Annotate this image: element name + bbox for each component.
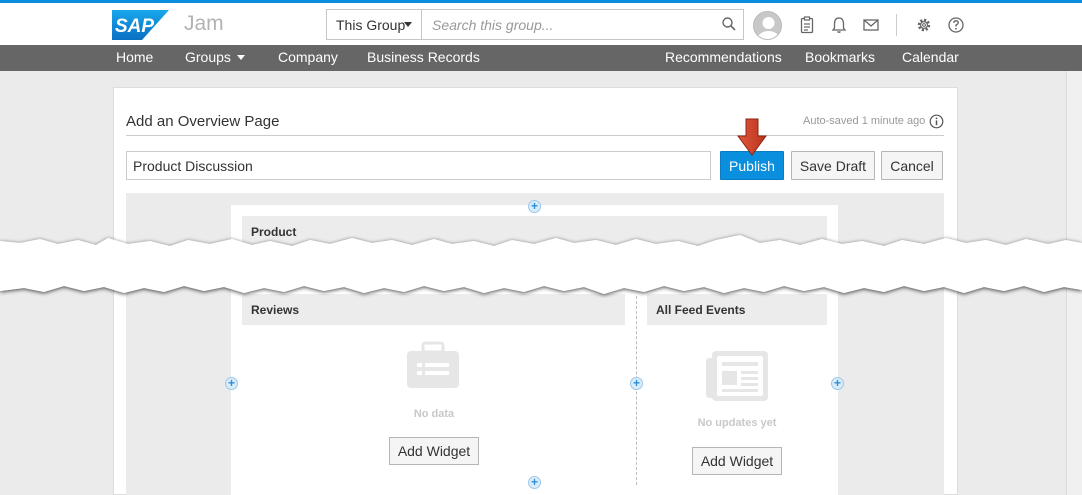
heading-divider [126,135,944,136]
chevron-down-icon [404,22,412,27]
widget-header-reviews[interactable]: Reviews [242,294,625,325]
cancel-button[interactable]: Cancel [881,151,943,180]
nav-company-label: Company [278,49,338,65]
newspaper-icon [706,351,768,401]
logo-text: SAP [115,16,154,37]
mail-icon[interactable] [862,16,880,34]
bell-icon[interactable] [830,16,848,34]
nav-groups[interactable]: Groups [185,49,245,65]
add-column-right-icon[interactable]: + [831,377,844,390]
column-divider [636,296,637,485]
briefcase-icon [407,341,459,388]
info-icon[interactable] [929,114,944,129]
nav-groups-label: Groups [185,49,231,65]
nav-recommendations[interactable]: Recommendations [665,49,782,65]
chevron-down-icon [236,54,245,60]
torn-paper-break [0,235,1082,294]
clipboard-icon[interactable] [798,16,816,34]
widget-title-reviews: Reviews [251,303,300,317]
search-input[interactable] [423,10,719,39]
autosave-status: Auto-saved 1 minute ago [803,115,926,127]
arrow-down-icon [737,118,767,156]
nav-company[interactable]: Company [278,49,338,65]
reviews-add-widget-button[interactable]: Add Widget [389,437,479,465]
app-title: Jam [184,12,224,35]
search-scope-dropdown[interactable]: This Group [327,10,422,39]
nav-calendar-label: Calendar [902,49,959,65]
feed-add-widget-button[interactable]: Add Widget [692,447,782,475]
add-row-bottom-icon[interactable]: + [528,476,541,489]
reviews-empty-message: No data [413,408,455,420]
gear-icon[interactable] [915,16,933,34]
nav-bookmarks[interactable]: Bookmarks [805,49,875,65]
widget-title-feed: All Feed Events [656,303,746,317]
feed-empty-message: No updates yet [697,417,777,429]
main-nav: Home Groups Company Business Records Rec… [0,45,1082,71]
nav-home-label: Home [116,49,154,65]
user-silhouette-icon [757,17,780,39]
header-divider [896,14,897,36]
nav-bookmarks-label: Bookmarks [805,49,876,65]
sap-logo[interactable]: SAP [112,10,169,40]
top-header: SAP Jam This Group [0,0,1082,45]
add-row-top-icon[interactable]: + [528,200,541,213]
nav-home[interactable]: Home [116,49,153,65]
search-icon[interactable] [721,16,737,32]
page-title-input[interactable] [126,151,711,180]
save-draft-button[interactable]: Save Draft [791,151,875,180]
nav-calendar[interactable]: Calendar [902,49,959,65]
add-column-left-icon[interactable]: + [225,377,238,390]
nav-business-records-label: Business Records [367,49,480,65]
nav-recommendations-label: Recommendations [665,49,782,65]
user-avatar[interactable] [753,11,782,40]
help-icon[interactable] [947,16,965,34]
widget-header-feed[interactable]: All Feed Events [647,294,827,325]
search-bar: This Group [326,9,744,40]
page-title: Add an Overview Page [126,113,280,130]
nav-business-records[interactable]: Business Records [367,49,480,65]
search-scope-label: This Group [336,17,406,33]
add-column-middle-icon[interactable]: + [630,377,643,390]
